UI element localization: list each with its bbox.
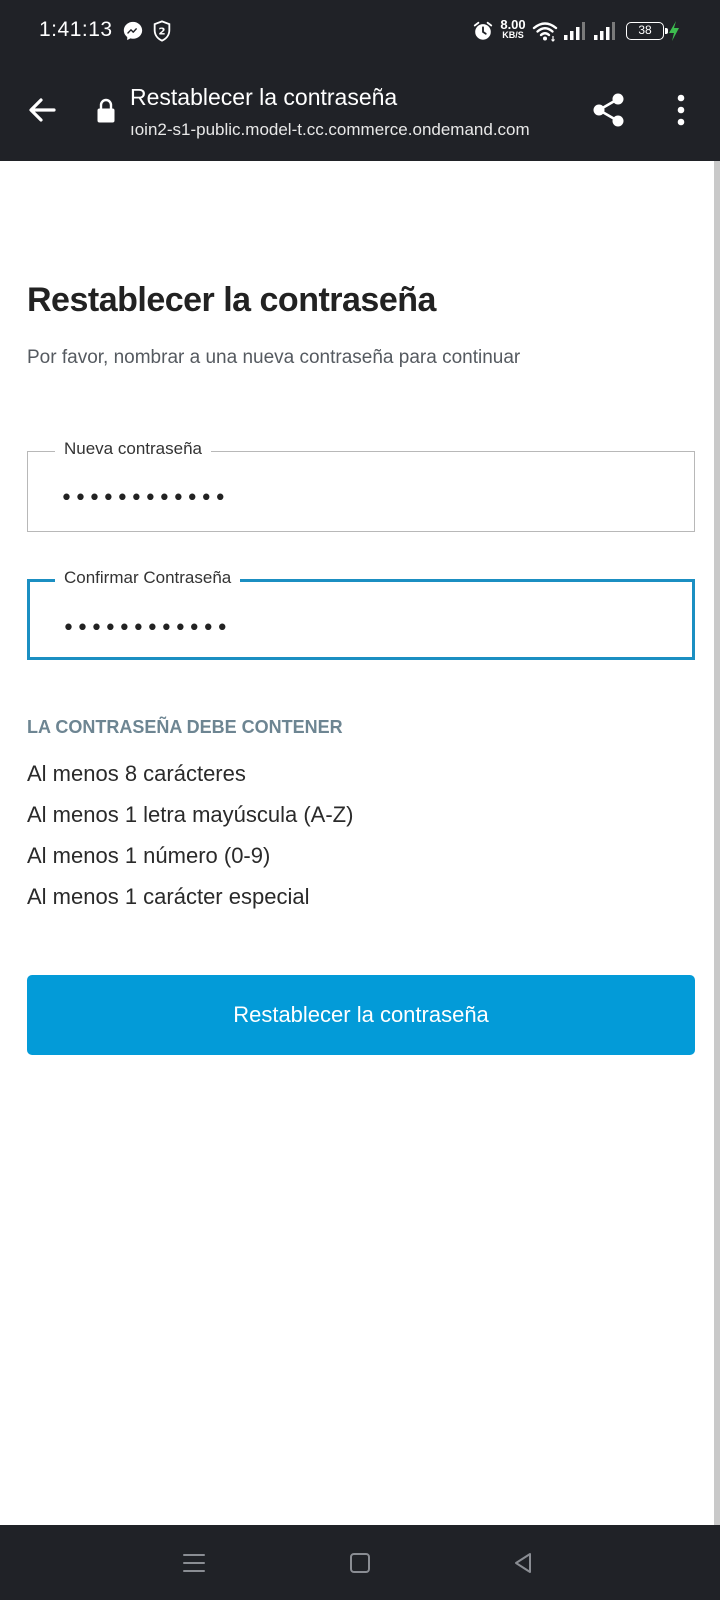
page-content: Restablecer la contraseña Por favor, nom… (0, 161, 720, 1525)
home-icon[interactable] (346, 1549, 374, 1577)
battery-icon: 38 (626, 22, 668, 40)
requirements-heading: LA CONTRASEÑA DEBE CONTENER (27, 717, 343, 737)
reset-password-button[interactable]: Restablecer la contraseña (27, 975, 695, 1055)
page-subtitle: Por favor, nombrar a una nueva contraseñ… (27, 347, 521, 368)
browser-toolbar: Restablecer la contraseña ıoin2-s1-publi… (0, 62, 720, 161)
charging-icon (669, 21, 679, 41)
recent-apps-icon[interactable] (180, 1549, 208, 1577)
confirm-password-field[interactable]: Confirmar Contraseña (27, 568, 695, 660)
new-password-input[interactable] (60, 486, 620, 511)
shield-icon: 2 (153, 20, 171, 42)
requirement-item: Al menos 1 letra mayúscula (A-Z) (27, 802, 354, 827)
network-speed-value: 8.00 (500, 17, 526, 32)
share-icon[interactable] (590, 90, 628, 130)
requirement-item: Al menos 1 carácter especial (27, 884, 310, 909)
scrollbar[interactable] (714, 161, 720, 1525)
confirm-password-label: Confirmar Contraseña (55, 568, 241, 588)
navigation-bar (0, 1525, 720, 1600)
messenger-icon (123, 21, 143, 41)
new-password-field[interactable]: Nueva contraseña (27, 439, 695, 532)
network-speed: 8.00 KB/S (496, 17, 530, 41)
requirements-list: Al menos 8 carácteres Al menos 1 letra m… (27, 759, 353, 923)
page-heading: Restablecer la contraseña (27, 281, 436, 319)
status-bar: 1:41:13 2 8.00 KB/S 38 (0, 0, 720, 62)
page-title[interactable]: Restablecer la contraseña (130, 84, 397, 111)
page-url[interactable]: ıoin2-s1-public.model-t.cc.commerce.onde… (130, 120, 560, 140)
back-arrow-icon[interactable] (22, 90, 62, 130)
battery-level: 38 (638, 23, 652, 37)
alarm-icon (473, 21, 493, 40)
signal-strength-icon (594, 22, 615, 40)
confirm-password-input[interactable] (62, 616, 622, 641)
nav-back-icon[interactable] (510, 1549, 538, 1577)
more-options-icon[interactable] (668, 90, 694, 130)
wifi-icon (532, 22, 558, 42)
svg-text:2: 2 (158, 27, 165, 38)
signal-strength-icon (564, 22, 585, 40)
requirement-item: Al menos 1 número (0-9) (27, 843, 271, 868)
new-password-label: Nueva contraseña (55, 439, 211, 459)
requirement-item: Al menos 8 carácteres (27, 761, 246, 786)
status-time: 1:41:13 (39, 18, 113, 41)
lock-icon[interactable] (96, 98, 116, 124)
